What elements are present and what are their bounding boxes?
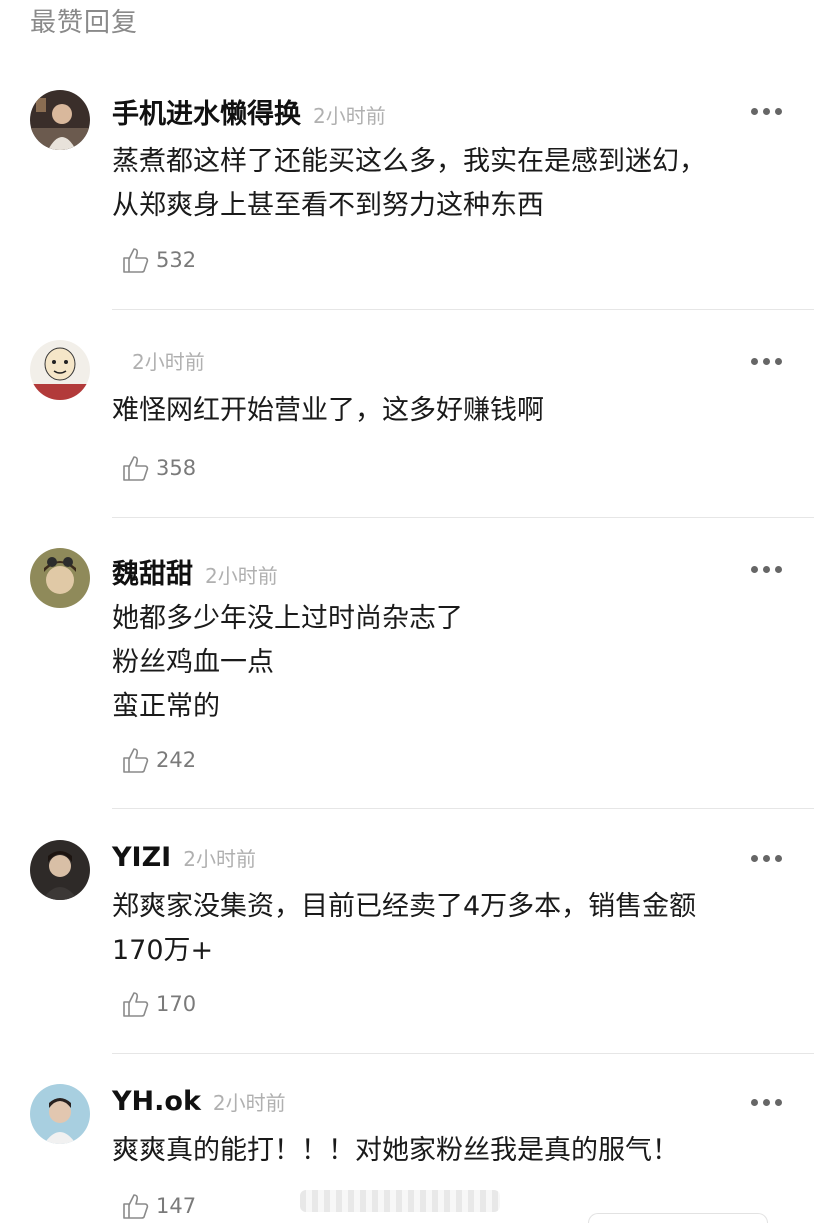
- like-count: 532: [156, 248, 197, 272]
- more-options-button[interactable]: [751, 356, 782, 366]
- comment-line: 粉丝鸡血一点: [112, 647, 274, 678]
- avatar-image-icon: [30, 1084, 90, 1144]
- username[interactable]: 手机进水懒得换: [112, 92, 301, 131]
- watermark-strip: [300, 1190, 500, 1212]
- username[interactable]: 魏甜甜: [112, 552, 193, 591]
- avatar-image-icon: [30, 90, 90, 150]
- comment-line: 爽爽真的能打！！！对她家粉丝我是真的服气！: [112, 1135, 679, 1166]
- avatar-image-icon: [30, 340, 90, 400]
- like-count: 147: [156, 1194, 197, 1218]
- thumbs-up-icon: [123, 248, 149, 273]
- avatar-image-icon: [30, 548, 90, 608]
- timestamp: 2小时前: [313, 104, 386, 128]
- more-options-button[interactable]: [751, 853, 782, 863]
- thumbs-up-icon: [123, 456, 149, 481]
- more-dots-icon: [751, 565, 758, 573]
- username[interactable]: YH.ok: [112, 1086, 201, 1117]
- avatar[interactable]: [30, 1084, 90, 1144]
- comment-text: 蒸煮都这样了还能买这么多，我实在是感到迷幻， 从郑爽身上甚至看不到努力这种东西: [112, 140, 792, 228]
- avatar[interactable]: [30, 340, 90, 400]
- avatar[interactable]: [30, 840, 90, 900]
- comment-text: 爽爽真的能打！！！对她家粉丝我是真的服气！: [112, 1129, 792, 1173]
- like-button[interactable]: 242: [120, 744, 196, 776]
- comment-line: 170万+: [112, 935, 214, 966]
- avatar[interactable]: [30, 90, 90, 150]
- like-count: 242: [156, 748, 197, 772]
- comment-text: 郑爽家没集资，目前已经卖了4万多本，销售金额 170万+: [112, 885, 792, 973]
- like-count: 358: [156, 456, 197, 480]
- comment-line: 蛮正常的: [112, 691, 220, 722]
- bottom-input-edge[interactable]: [588, 1213, 768, 1223]
- timestamp: 2小时前: [212, 1091, 286, 1115]
- comment-line: 难怪网红开始营业了，这多好赚钱啊: [112, 395, 544, 426]
- more-dots-icon: [751, 357, 758, 365]
- comment-line: 郑爽家没集资，目前已经卖了4万多本，销售金额: [112, 891, 697, 922]
- comment-text: 难怪网红开始营业了，这多好赚钱啊: [112, 389, 792, 433]
- comment-line: 从郑爽身上甚至看不到努力这种东西: [112, 190, 544, 221]
- comment-line: 她都多少年没上过时尚杂志了: [112, 603, 463, 634]
- timestamp: 2小时前: [132, 350, 205, 374]
- avatar-image-icon: [30, 840, 90, 900]
- thumbs-up-icon: [123, 1194, 149, 1219]
- like-button[interactable]: 532: [120, 244, 196, 276]
- more-options-button[interactable]: [751, 564, 782, 574]
- divider: [112, 808, 814, 809]
- thumbs-up-icon: [123, 992, 149, 1017]
- divider: [112, 309, 814, 310]
- avatar[interactable]: [30, 548, 90, 608]
- more-options-button[interactable]: [751, 1097, 782, 1107]
- timestamp: 2小时前: [183, 847, 256, 871]
- section-header: 最赞回复: [30, 8, 139, 38]
- like-button[interactable]: 170: [120, 988, 196, 1020]
- comment-line: 蒸煮都这样了还能买这么多，我实在是感到迷幻，: [112, 146, 706, 177]
- timestamp: 2小时前: [205, 564, 278, 588]
- thumbs-up-icon: [123, 748, 149, 773]
- comment-text: 她都多少年没上过时尚杂志了 粉丝鸡血一点 蛮正常的: [112, 597, 792, 729]
- like-button[interactable]: 147: [120, 1190, 196, 1222]
- username[interactable]: YIZI: [112, 842, 171, 873]
- more-dots-icon: [751, 1098, 758, 1106]
- divider: [112, 1053, 814, 1054]
- like-count: 170: [156, 992, 197, 1016]
- more-dots-icon: [751, 107, 758, 115]
- divider: [112, 517, 814, 518]
- more-dots-icon: [751, 854, 758, 862]
- more-options-button[interactable]: [751, 106, 782, 116]
- like-button[interactable]: 358: [120, 452, 196, 484]
